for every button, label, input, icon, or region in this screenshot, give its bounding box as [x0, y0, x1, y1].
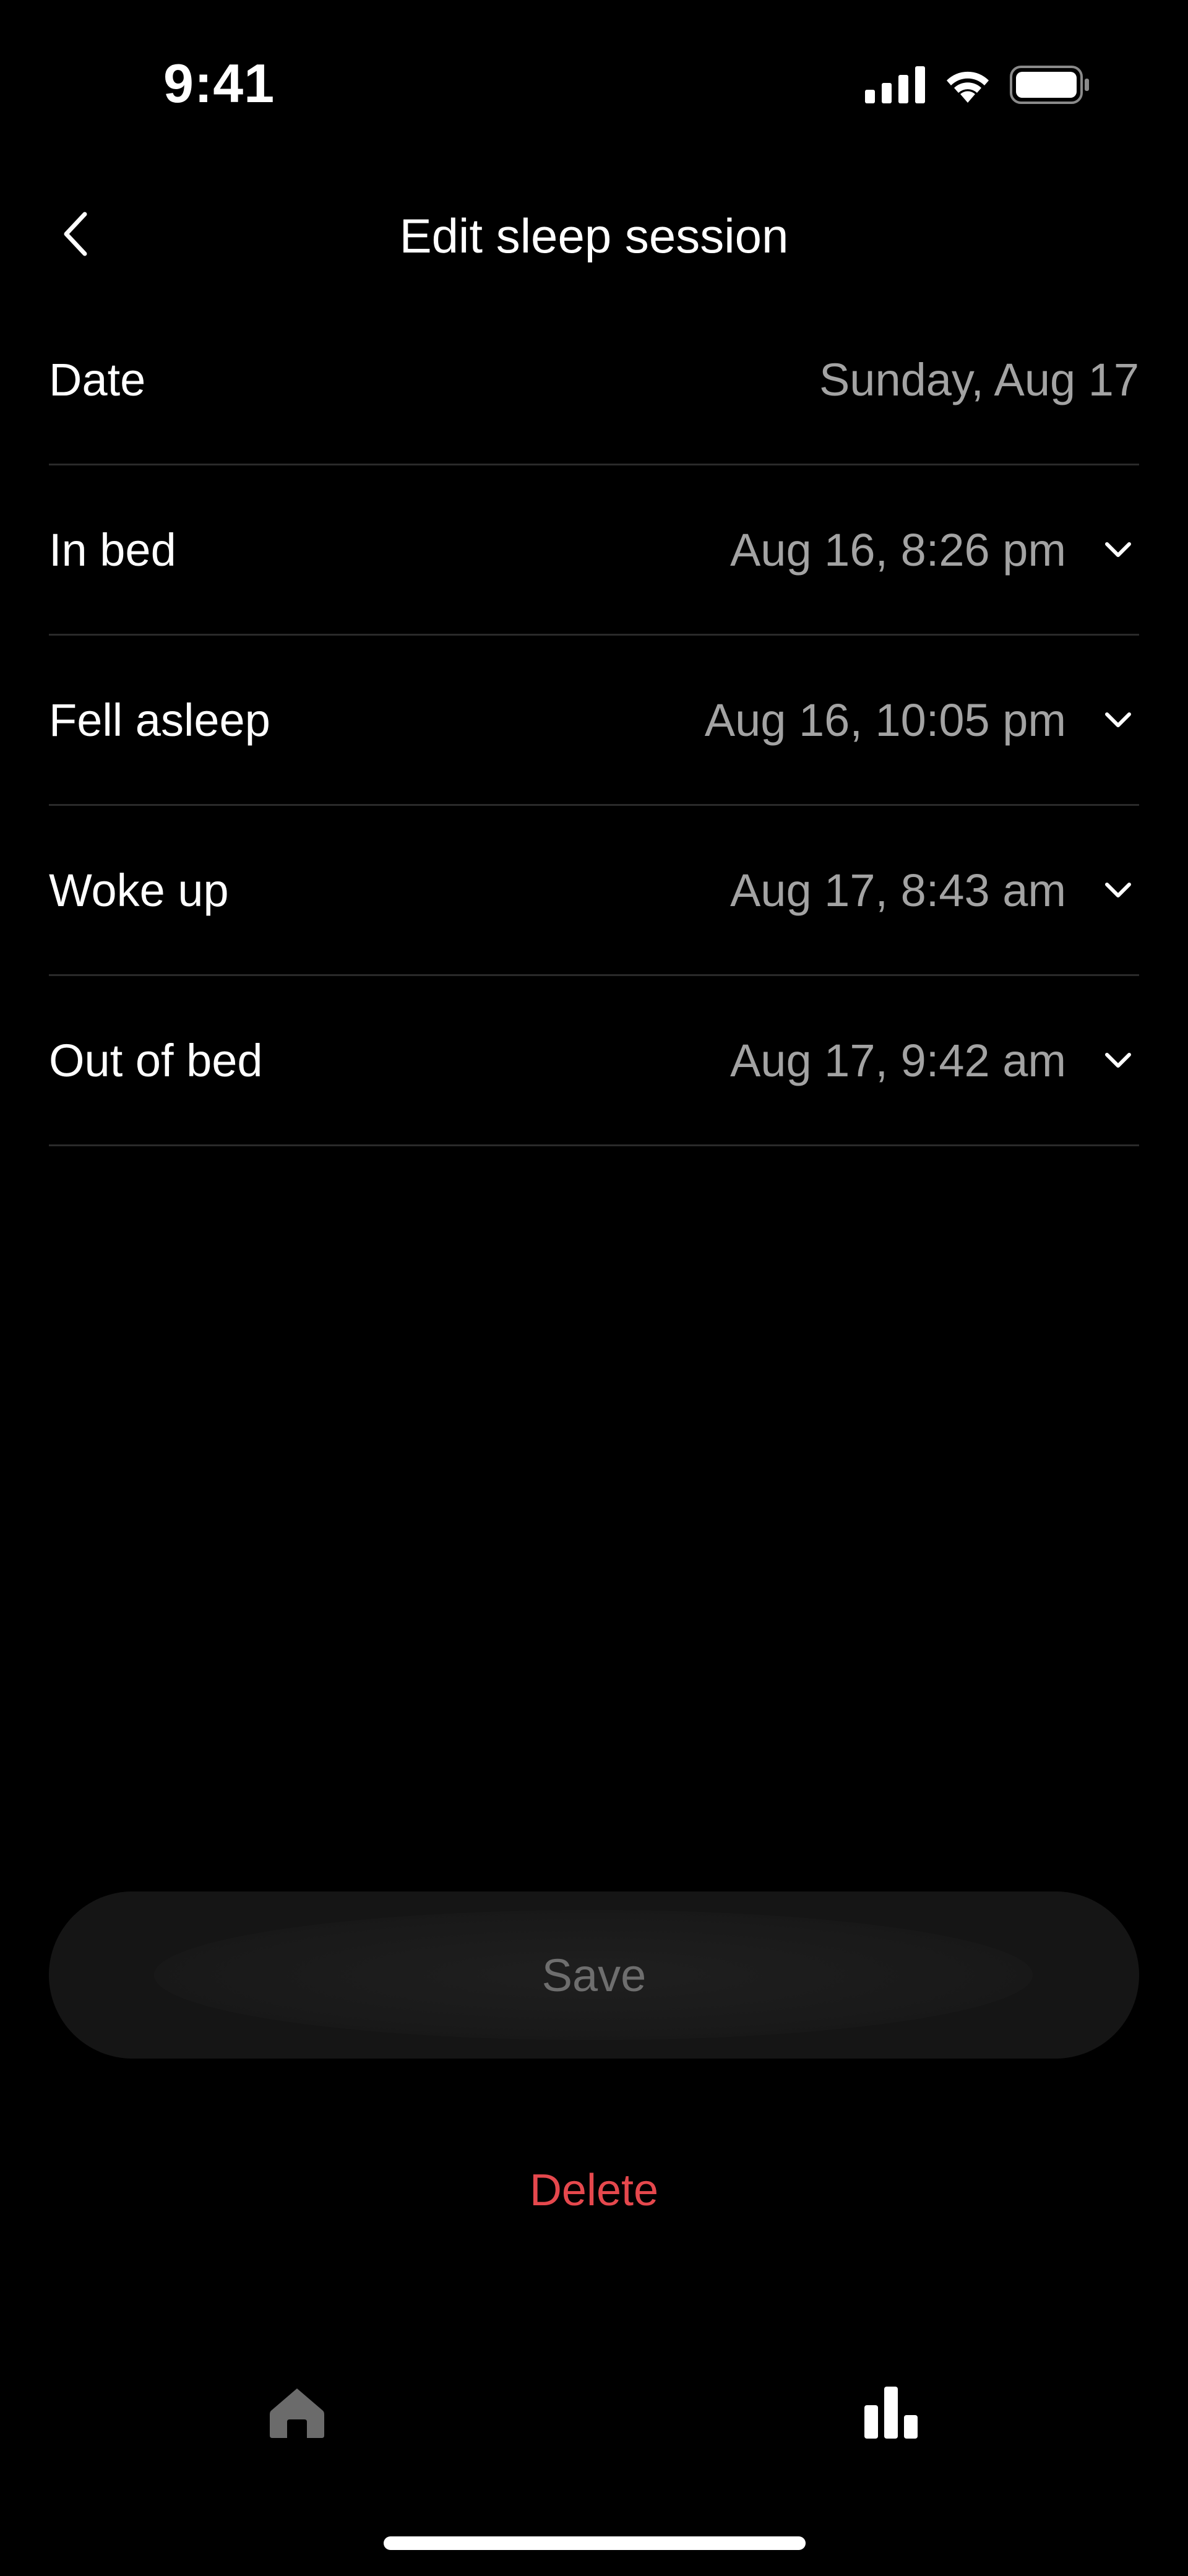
- in-bed-label: In bed: [49, 524, 176, 576]
- nav-bar: Edit sleep session: [0, 186, 1188, 285]
- chevron-down-icon[interactable]: [1100, 531, 1137, 568]
- out-of-bed-value: Aug 17, 9:42 am: [730, 1034, 1066, 1086]
- out-of-bed-row[interactable]: Out of bed Aug 17, 9:42 am: [49, 976, 1139, 1146]
- date-row: Date Sunday, Aug 17: [49, 295, 1139, 465]
- date-label: Date: [49, 353, 146, 405]
- date-value: Sunday, Aug 17: [819, 353, 1139, 405]
- woke-up-row[interactable]: Woke up Aug 17, 8:43 am: [49, 806, 1139, 976]
- woke-up-value: Aug 17, 8:43 am: [730, 864, 1066, 916]
- out-of-bed-label: Out of bed: [49, 1034, 263, 1086]
- chevron-down-icon[interactable]: [1100, 1042, 1137, 1079]
- battery-icon: [1010, 66, 1090, 107]
- tab-bar: [0, 2352, 1188, 2476]
- save-button-label: Save: [541, 1949, 647, 2001]
- tab-stats[interactable]: [848, 2371, 934, 2457]
- status-time: 9:41: [163, 53, 275, 114]
- chevron-down-icon[interactable]: [1100, 871, 1137, 909]
- wifi-icon: [942, 66, 994, 107]
- cellular-signal-icon: [865, 66, 926, 106]
- fell-asleep-row[interactable]: Fell asleep Aug 16, 10:05 pm: [49, 636, 1139, 806]
- chevron-down-icon[interactable]: [1100, 701, 1137, 738]
- fell-asleep-label: Fell asleep: [49, 694, 270, 746]
- in-bed-row[interactable]: In bed Aug 16, 8:26 pm: [49, 465, 1139, 636]
- bar-chart-icon: [864, 2386, 918, 2442]
- session-details-list: Date Sunday, Aug 17 In bed Aug 16, 8:26 …: [49, 295, 1139, 1146]
- home-icon: [269, 2386, 325, 2442]
- woke-up-label: Woke up: [49, 864, 229, 916]
- in-bed-value: Aug 16, 8:26 pm: [730, 524, 1066, 576]
- status-icons: [865, 66, 1090, 107]
- delete-button[interactable]: Delete: [0, 2165, 1188, 2216]
- fell-asleep-value: Aug 16, 10:05 pm: [704, 694, 1066, 746]
- page-title: Edit sleep session: [399, 209, 789, 263]
- home-indicator: [384, 2536, 806, 2550]
- status-bar: 9:41: [0, 0, 1188, 176]
- save-button[interactable]: Save: [49, 1891, 1139, 2059]
- tab-home[interactable]: [254, 2371, 340, 2457]
